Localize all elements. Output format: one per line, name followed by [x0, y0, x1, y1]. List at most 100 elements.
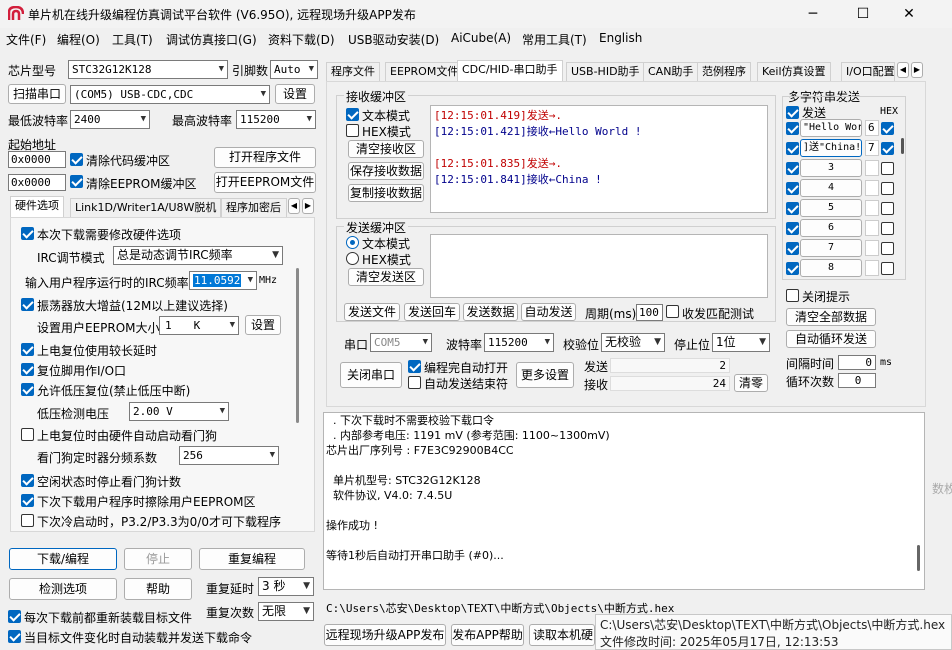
- multi-row-checkbox[interactable]: [786, 262, 799, 275]
- maximize-button[interactable]: ☐: [840, 0, 886, 28]
- tab-encryption[interactable]: 程序加密后: [221, 198, 287, 217]
- eeprom-settings-button[interactable]: 设置: [245, 315, 281, 335]
- erase-eeprom-checkbox[interactable]: [21, 494, 34, 507]
- hex-mode-checkbox[interactable]: [346, 124, 359, 137]
- auto-send-button[interactable]: 自动发送: [521, 303, 576, 321]
- low-voltage-select[interactable]: 2.00 V ▼: [129, 402, 229, 421]
- send-return-button[interactable]: 发送回车: [404, 303, 460, 321]
- cold-start-p32-checkbox[interactable]: [21, 514, 34, 527]
- multi-row-checkbox[interactable]: [786, 182, 799, 195]
- serial-port-select[interactable]: COM5 ▼: [370, 333, 432, 352]
- code-address-field[interactable]: 0x0000: [8, 151, 66, 168]
- send-file-button[interactable]: 发送文件: [344, 303, 400, 321]
- close-tip-checkbox[interactable]: [786, 289, 799, 302]
- modify-hw-options-checkbox[interactable]: [21, 227, 34, 240]
- multi-row-number[interactable]: 6: [865, 120, 879, 136]
- copy-receive-button[interactable]: 复制接收数据: [348, 184, 424, 202]
- tab-program-file[interactable]: 程序文件: [326, 62, 380, 81]
- stop-bits-select[interactable]: 1位 ▼: [712, 333, 770, 352]
- repeat-delay-select[interactable]: 3 秒 ▼: [258, 577, 314, 596]
- output-scrollbar[interactable]: [917, 545, 920, 571]
- multi-row-number[interactable]: [865, 200, 879, 216]
- tab-eeprom-file[interactable]: EEPROM文件: [385, 62, 464, 81]
- open-program-file-button[interactable]: 打开程序文件: [214, 147, 316, 168]
- menu-debug[interactable]: 调试仿真接口(G): [166, 31, 257, 48]
- download-program-button[interactable]: 下载/编程: [9, 548, 117, 570]
- multi-row-hex-checkbox[interactable]: [881, 162, 894, 175]
- tab-usb-hid[interactable]: USB-HID助手: [566, 62, 645, 81]
- open-eeprom-file-button[interactable]: 打开EEPROM文件: [214, 172, 316, 193]
- eeprom-address-field[interactable]: 0x0000: [8, 174, 66, 191]
- interval-field[interactable]: 0: [838, 355, 876, 370]
- multi-row-number[interactable]: [865, 160, 879, 176]
- pins-select[interactable]: Auto ▼: [270, 60, 318, 79]
- port-settings-button[interactable]: 设置: [275, 84, 315, 104]
- tab-hardware-options[interactable]: 硬件选项: [10, 196, 64, 217]
- send-hex-mode-radio[interactable]: [346, 252, 359, 265]
- close-button[interactable]: ✕: [886, 0, 932, 28]
- menu-aicube[interactable]: AiCube(A): [451, 31, 511, 45]
- loop-count-field[interactable]: 0: [838, 373, 876, 388]
- multi-row-button[interactable]: 7: [800, 239, 862, 257]
- eeprom-size-select[interactable]: 1 K ▼: [159, 316, 239, 335]
- max-baud-select[interactable]: 115200 ▼: [236, 110, 316, 129]
- auto-terminator-checkbox[interactable]: [408, 376, 421, 389]
- multi-row-hex-checkbox[interactable]: [881, 262, 894, 275]
- reset-pin-io-checkbox[interactable]: [21, 363, 34, 376]
- tab-examples[interactable]: 范例程序: [697, 62, 751, 81]
- output-log[interactable]: . 下次下载时不需要校验下载口令 . 内部参考电压: 1191 mV (参考范围…: [323, 412, 925, 590]
- minimize-button[interactable]: ─: [790, 0, 836, 28]
- multi-send-all-checkbox[interactable]: [786, 106, 799, 119]
- multi-row-hex-checkbox[interactable]: [881, 142, 894, 155]
- tab-keil-settings[interactable]: Keil仿真设置: [757, 62, 831, 81]
- options-scrollbar[interactable]: [296, 268, 299, 423]
- menu-file[interactable]: 文件(F): [6, 31, 46, 48]
- tab-serial-assistant[interactable]: CDC/HID-串口助手: [457, 60, 563, 81]
- parity-select[interactable]: 无校验 ▼: [601, 333, 665, 352]
- read-hardware-button[interactable]: 读取本机硬: [529, 624, 595, 646]
- multi-row-number[interactable]: [865, 260, 879, 276]
- min-baud-select[interactable]: 2400 ▼: [70, 110, 150, 129]
- remote-publish-button[interactable]: 远程现场升级APP发布: [324, 624, 446, 646]
- multi-row-button[interactable]: 3: [800, 159, 862, 177]
- multi-row-number[interactable]: [865, 180, 879, 196]
- multi-row-number[interactable]: 7: [865, 140, 879, 156]
- multi-row-checkbox[interactable]: [786, 242, 799, 255]
- reload-target-checkbox[interactable]: [8, 610, 21, 623]
- multi-row-number[interactable]: [865, 220, 879, 236]
- text-mode-checkbox[interactable]: [346, 108, 359, 121]
- auto-open-checkbox[interactable]: [408, 360, 421, 373]
- tab-io-config[interactable]: I/O口配置: [841, 62, 895, 81]
- send-text-mode-radio[interactable]: [346, 236, 359, 249]
- menu-usb-driver[interactable]: USB驱动安装(D): [348, 31, 439, 48]
- menu-program[interactable]: 编程(O): [57, 31, 100, 48]
- multi-row-number[interactable]: [865, 240, 879, 256]
- auto-send-download-checkbox[interactable]: [8, 630, 21, 643]
- multi-row-checkbox[interactable]: [786, 142, 799, 155]
- osc-gain-checkbox[interactable]: [21, 298, 34, 311]
- repeat-count-select[interactable]: 无限 ▼: [258, 602, 314, 621]
- multi-row-button[interactable]: ]送"China!: [800, 139, 862, 157]
- multi-row-button[interactable]: 8: [800, 259, 862, 277]
- tab-scroll-right-icon[interactable]: ▶: [911, 62, 923, 78]
- multi-row-checkbox[interactable]: [786, 122, 799, 135]
- multi-row-checkbox[interactable]: [786, 202, 799, 215]
- menu-docs[interactable]: 资料下载(D): [268, 31, 335, 48]
- stop-button[interactable]: 停止: [124, 548, 192, 570]
- multi-row-hex-checkbox[interactable]: [881, 202, 894, 215]
- long-reset-delay-checkbox[interactable]: [21, 343, 34, 356]
- save-receive-button[interactable]: 保存接收数据: [348, 162, 424, 180]
- multi-row-hex-checkbox[interactable]: [881, 182, 894, 195]
- multi-row-button[interactable]: 5: [800, 199, 862, 217]
- menu-common-tools[interactable]: 常用工具(T): [522, 31, 587, 48]
- reprogram-button[interactable]: 重复编程: [199, 548, 305, 570]
- multi-row-button[interactable]: 6: [800, 219, 862, 237]
- multi-row-hex-checkbox[interactable]: [881, 222, 894, 235]
- clear-all-data-button[interactable]: 清空全部数据: [786, 308, 876, 326]
- tab-can[interactable]: CAN助手: [643, 62, 699, 81]
- help-button[interactable]: 帮助: [124, 578, 192, 600]
- clear-eeprom-checkbox[interactable]: [70, 175, 83, 188]
- low-voltage-reset-checkbox[interactable]: [21, 383, 34, 396]
- auto-loop-send-button[interactable]: 自动循环发送: [786, 330, 876, 348]
- receive-log[interactable]: [12:15:01.419]发送→. [12:15:01.421]接收←Hell…: [430, 105, 768, 213]
